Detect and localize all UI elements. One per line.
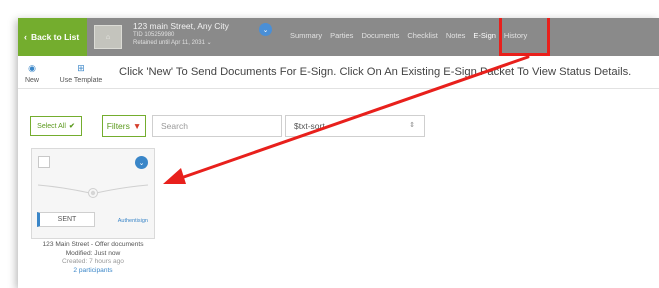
packet-modified: Modified: Just now	[65, 249, 121, 257]
plus-circle-icon: ◉	[28, 63, 36, 73]
chevron-left-icon: ‹	[24, 32, 27, 42]
tab-e-sign[interactable]: E-Sign	[473, 31, 496, 40]
use-template-button[interactable]: ⊞ Use Template	[55, 63, 107, 84]
app-window: ‹ Back to List ⌂ 123 main Street, Any Ci…	[18, 18, 659, 288]
tab-checklist[interactable]: Checklist	[407, 31, 437, 40]
tab-notes[interactable]: Notes	[446, 31, 466, 40]
filters-label: Filters	[106, 121, 130, 131]
property-retained: Retained until Apr 11, 2031 ⌄	[133, 39, 229, 47]
packet-checkbox[interactable]	[38, 156, 50, 168]
checkmark-icon: ✔	[68, 123, 75, 130]
instructions-text: Click 'New' To Send Documents For E-Sign…	[119, 66, 632, 78]
packet-participants-link[interactable]: 2 participants	[31, 267, 155, 276]
property-title: 123 main Street, Any City	[133, 21, 229, 31]
search-input[interactable]	[152, 115, 282, 137]
tab-parties[interactable]: Parties	[330, 31, 353, 40]
top-bar: ‹ Back to List ⌂ 123 main Street, Any Ci…	[18, 18, 659, 56]
filters-button[interactable]: Filters ▼	[102, 115, 146, 137]
use-template-label: Use Template	[59, 77, 103, 84]
provider-logo: Authentisign	[118, 218, 148, 224]
retained-text: Retained until Apr 11, 2031	[133, 40, 205, 46]
status-badge: SENT	[37, 212, 95, 227]
packet-caption: 123 Main Street - Offer documents Modifi…	[31, 241, 155, 275]
packet-created: Created: 7 hours ago	[62, 258, 124, 265]
chevron-down-icon[interactable]: ⌄	[207, 40, 212, 46]
chevron-down-icon: ⌄	[138, 159, 145, 167]
property-thumbnail: ⌂	[94, 25, 122, 49]
sort-value: $txt-sort	[294, 121, 325, 131]
up-down-arrows-icon: ⇕	[409, 122, 415, 129]
packet-progress-graphic	[37, 184, 149, 198]
tab-documents[interactable]: Documents	[361, 31, 399, 40]
select-all-button[interactable]: Select All ✔	[30, 116, 82, 136]
back-to-list-button[interactable]: ‹ Back to List	[18, 18, 87, 56]
property-tid: TID 105259980	[133, 32, 175, 38]
divider	[18, 88, 659, 89]
new-label: New	[24, 77, 39, 84]
new-button[interactable]: ◉ New	[22, 63, 42, 84]
provider-name: Authentisign	[117, 218, 148, 224]
back-to-list-label: Back to List	[31, 32, 80, 42]
packet-menu-toggle[interactable]: ⌄	[135, 156, 148, 169]
transaction-nav: Summary Parties Documents Checklist Note…	[290, 31, 527, 40]
funnel-icon: ▼	[132, 121, 142, 131]
select-all-label: Select All	[37, 122, 66, 130]
tab-summary[interactable]: Summary	[290, 31, 322, 40]
property-details-toggle[interactable]: ⌄	[259, 23, 272, 36]
property-info: 123 main Street, Any City TID 105259980 …	[133, 21, 229, 47]
sort-select[interactable]: $txt-sort ⇕	[285, 115, 425, 137]
annotation-highlight-box	[499, 18, 550, 56]
grid-icon: ⊞	[77, 63, 85, 73]
chevron-down-icon: ⌄	[262, 26, 269, 34]
packet-title: 123 Main Street - Offer documents	[42, 241, 144, 248]
esign-packet-card[interactable]: ⌄ SENT Authentisign	[31, 148, 155, 239]
